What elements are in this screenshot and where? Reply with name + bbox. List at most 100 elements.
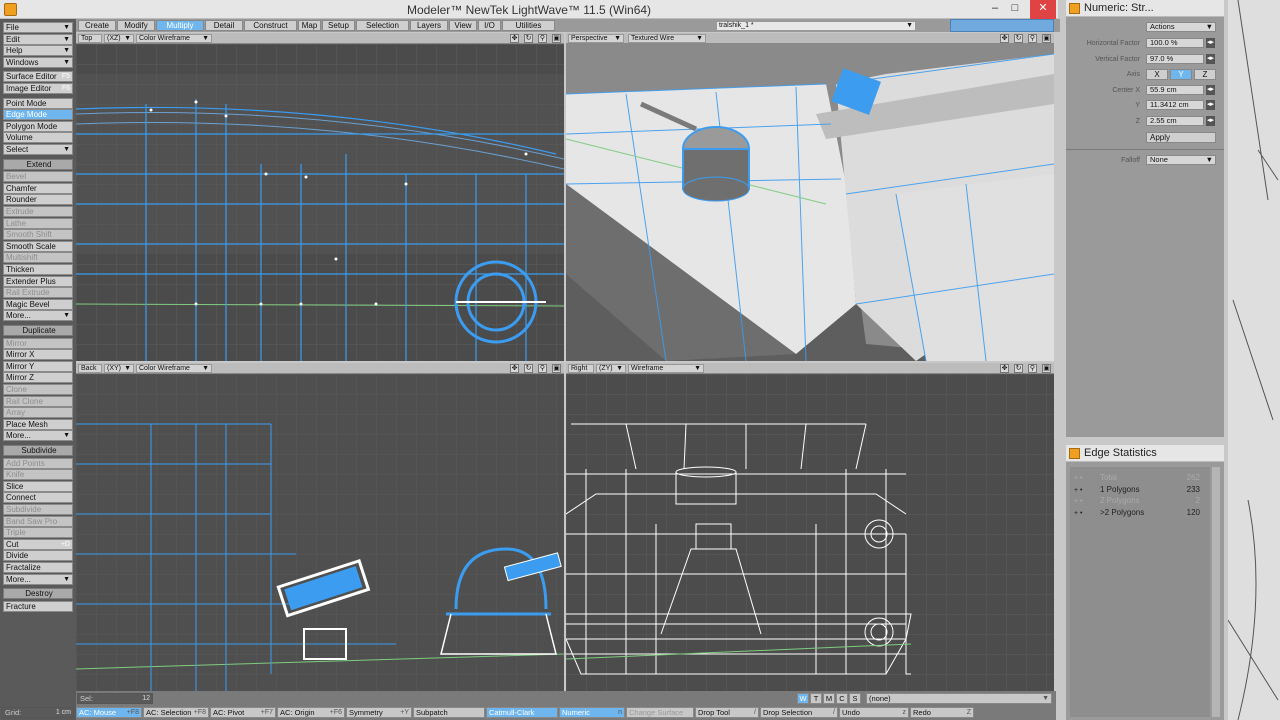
numeric-button[interactable]: Numeric n <box>559 707 625 718</box>
tab-setup[interactable]: Setup <box>322 20 355 31</box>
viewport-perspective[interactable]: Perspective ▼ Textured Wire ▼ ✥ ↻ ⚲ ▣ <box>566 33 1054 361</box>
tool-smooth-scale[interactable]: Smooth Scale <box>3 240 73 252</box>
apply-button[interactable]: Apply <box>1146 132 1216 143</box>
tab-modify[interactable]: Modify <box>117 20 155 31</box>
tool-array[interactable]: Array <box>3 407 73 419</box>
center-z-field[interactable]: 2.55 cm <box>1146 116 1204 126</box>
ac-selection-button[interactable]: AC: Selection +F8 <box>143 707 209 718</box>
undo-button[interactable]: Undo z <box>839 707 909 718</box>
tool-multishift[interactable]: Multishift <box>3 252 73 264</box>
tab-map[interactable]: Map <box>298 20 321 31</box>
tab-view[interactable]: View <box>449 20 477 31</box>
maximize-view-icon[interactable]: ▣ <box>1042 34 1051 43</box>
tool-volume[interactable]: Volume <box>3 132 73 144</box>
right-viewport-canvas[interactable] <box>566 374 1054 691</box>
minimize-button[interactable]: – <box>984 0 1006 19</box>
tool-add-points[interactable]: Add Points <box>3 457 73 469</box>
actions-dropdown[interactable]: Actions ▼ <box>1146 22 1216 32</box>
stat-row[interactable]: + • 1 Polygons 233 <box>1074 485 1208 495</box>
tool-clone[interactable]: Clone <box>3 384 73 395</box>
tool-rounder[interactable]: Rounder <box>3 194 73 206</box>
center-z-spinner[interactable]: ◂▸ <box>1206 116 1215 126</box>
tool-more[interactable]: More... ▼ <box>3 573 73 585</box>
tab-io[interactable]: I/O <box>478 20 501 31</box>
rotate-view-icon[interactable]: ↻ <box>1014 34 1023 43</box>
object-selector[interactable]: tralshik_1 * ▼ <box>716 21 916 31</box>
tool-magic-bevel[interactable]: Magic Bevel <box>3 298 73 310</box>
tab-utilities[interactable]: Utilities <box>502 20 555 31</box>
tool-bevel[interactable]: Bevel <box>3 171 73 183</box>
zoom-view-icon[interactable]: ⚲ <box>538 34 547 43</box>
tool-smooth-shift[interactable]: Smooth Shift <box>3 229 73 241</box>
tool-windows[interactable]: Windows ▼ <box>3 56 73 68</box>
stat-row[interactable]: + • >2 Polygons 120 <box>1074 508 1208 518</box>
view-mode-m-button[interactable]: M <box>823 693 835 704</box>
tool-file[interactable]: File ▼ <box>3 22 73 33</box>
top-viewport-canvas[interactable] <box>76 44 564 361</box>
horizontal-factor-spinner[interactable]: ◂▸ <box>1206 38 1215 48</box>
view-type-dropdown[interactable]: Top <box>78 34 102 43</box>
falloff-dropdown[interactable]: None ▼ <box>1146 155 1216 165</box>
tool-chamfer[interactable]: Chamfer <box>3 182 73 194</box>
view-type-dropdown[interactable]: Perspective ▼ <box>568 34 624 43</box>
render-mode-dropdown[interactable]: Color Wireframe ▼ <box>136 34 212 43</box>
tool-place-mesh[interactable]: Place Mesh <box>3 418 73 430</box>
maximize-view-icon[interactable]: ▣ <box>552 34 561 43</box>
move-view-icon[interactable]: ✥ <box>510 364 519 373</box>
axis-z-button[interactable]: Z <box>1194 69 1216 80</box>
tool-divide[interactable]: Divide <box>3 550 73 562</box>
tool-thicken[interactable]: Thicken <box>3 264 73 275</box>
catmull-clark-button[interactable]: Catmull-Clark <box>486 707 558 718</box>
render-mode-dropdown[interactable]: Color Wireframe ▼ <box>136 364 212 373</box>
tool-knife[interactable]: Knife <box>3 469 73 481</box>
view-mode-w-button[interactable]: W <box>797 693 809 704</box>
tool-rail-clone[interactable]: Rail Clone <box>3 395 73 407</box>
tab-selection[interactable]: Selection <box>356 20 409 31</box>
tool-lathe[interactable]: Lathe <box>3 217 73 229</box>
stat-row[interactable]: + • 2 Polygons 2 <box>1074 496 1208 506</box>
tool-mirror-y[interactable]: Mirror Y <box>3 360 73 372</box>
tool-triple[interactable]: Triple <box>3 527 73 539</box>
maximize-view-icon[interactable]: ▣ <box>1042 364 1051 373</box>
center-y-spinner[interactable]: ◂▸ <box>1206 100 1215 110</box>
tool-surface-editor[interactable]: Surface Editor F5 <box>3 71 73 83</box>
view-axes-dropdown[interactable]: (ZY) ▼ <box>596 364 626 373</box>
tool-edit[interactable]: Edit ▼ <box>3 33 73 45</box>
view-mode-t-button[interactable]: T <box>810 693 822 704</box>
drop-tool-button[interactable]: Drop Tool / <box>695 707 759 718</box>
tool-cut[interactable]: Cut +D <box>3 538 73 550</box>
center-x-spinner[interactable]: ◂▸ <box>1206 85 1215 95</box>
change-surface-button[interactable]: Change Surface <box>626 707 694 718</box>
axis-x-button[interactable]: X <box>1146 69 1168 80</box>
expand-icon[interactable]: + • <box>1074 487 1082 494</box>
vertical-factor-field[interactable]: 97.0 % <box>1146 54 1204 64</box>
tab-layers[interactable]: Layers <box>410 20 448 31</box>
tool-extrude[interactable]: Extrude <box>3 206 73 217</box>
tool-fracture[interactable]: Fracture <box>3 600 73 612</box>
view-mode-c-button[interactable]: C <box>836 693 848 704</box>
tab-create[interactable]: Create <box>78 20 116 31</box>
maximize-view-icon[interactable]: ▣ <box>552 364 561 373</box>
tab-detail[interactable]: Detail <box>205 20 243 31</box>
viewport-right[interactable]: Right (ZY) ▼ Wireframe ▼ ✥ ↻ ⚲ ▣ <box>566 363 1054 691</box>
expand-icon[interactable]: + • <box>1074 510 1082 517</box>
view-type-dropdown[interactable]: Right <box>568 364 594 373</box>
tool-mirror-z[interactable]: Mirror Z <box>3 372 73 384</box>
view-axes-dropdown[interactable]: (XY) ▼ <box>104 364 134 373</box>
move-view-icon[interactable]: ✥ <box>510 34 519 43</box>
render-mode-dropdown[interactable]: Textured Wire ▼ <box>628 34 706 43</box>
subpatch-button[interactable]: Subpatch <box>413 707 485 718</box>
view-axes-dropdown[interactable]: (XZ) ▼ <box>104 34 134 43</box>
rotate-view-icon[interactable]: ↻ <box>524 34 533 43</box>
symmetry-button[interactable]: Symmetry +Y <box>346 707 412 718</box>
tool-subdivide[interactable]: Subdivide <box>3 504 73 515</box>
move-view-icon[interactable]: ✥ <box>1000 364 1009 373</box>
tool-rail-extrude[interactable]: Rail Extrude <box>3 287 73 299</box>
vertical-factor-spinner[interactable]: ◂▸ <box>1206 54 1215 64</box>
view-type-dropdown[interactable]: Back <box>78 364 102 373</box>
ac-mouse-button[interactable]: AC: Mouse +F8 <box>76 707 142 718</box>
center-x-field[interactable]: 55.9 cm <box>1146 85 1204 95</box>
render-mode-dropdown[interactable]: Wireframe ▼ <box>628 364 704 373</box>
expand-icon[interactable]: + • <box>1074 498 1082 505</box>
move-view-icon[interactable]: ✥ <box>1000 34 1009 43</box>
